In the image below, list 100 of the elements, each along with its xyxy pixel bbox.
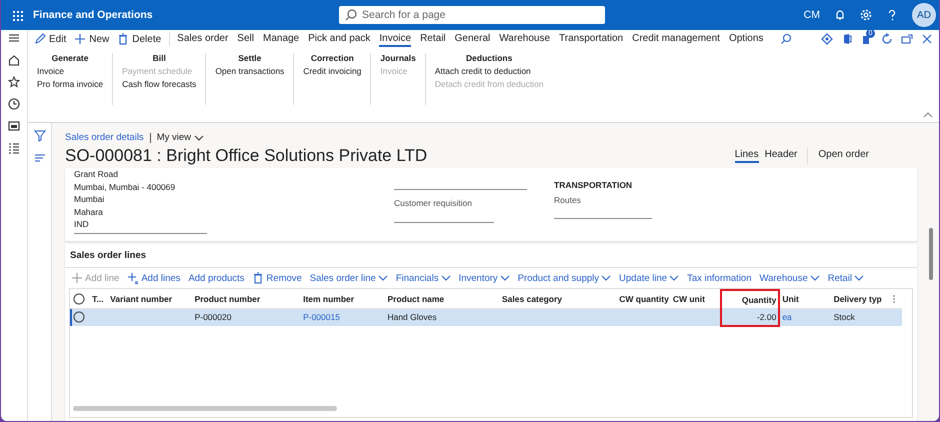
trash-icon <box>117 33 130 45</box>
view-tab[interactable]: Header <box>764 149 798 163</box>
settings-icon[interactable] <box>860 9 872 21</box>
vertical-scrollbar[interactable] <box>929 228 933 280</box>
toolbar-button[interactable]: Add lines <box>127 272 180 284</box>
view-selector[interactable]: My view <box>156 132 204 143</box>
filter-icon[interactable] <box>34 130 46 142</box>
ribbon-item[interactable]: Invoice <box>37 65 64 78</box>
search-icon <box>345 9 357 21</box>
toolbar-button[interactable]: Retail <box>828 272 864 284</box>
ribbon-item[interactable]: Credit invoicing <box>303 65 362 78</box>
row-radio-icon[interactable] <box>73 311 85 324</box>
search-icon[interactable] <box>780 33 792 45</box>
section-title: Sales order lines <box>65 244 917 268</box>
toolbar-button[interactable]: Warehouse <box>760 272 820 284</box>
new-button[interactable]: New <box>74 33 110 45</box>
horizontal-scrollbar[interactable] <box>73 406 337 411</box>
table-cell: P-000020 <box>194 312 232 322</box>
chevron-down-icon <box>854 274 864 282</box>
address-line: Mahara <box>74 206 104 218</box>
action-tab[interactable]: Credit management <box>632 31 720 47</box>
select-all-radio-icon[interactable] <box>73 292 85 305</box>
toolbar-button[interactable]: Add products <box>188 272 244 284</box>
toolbar-button[interactable]: Product and supply <box>518 272 612 284</box>
ribbon-group-title: Journals <box>380 53 416 63</box>
column-header[interactable]: T... <box>90 290 108 308</box>
action-tab[interactable]: Sell <box>237 31 254 47</box>
toolbar-button[interactable]: Inventory <box>458 272 510 284</box>
home-icon[interactable] <box>8 54 20 66</box>
column-header[interactable]: Variant number <box>108 290 193 308</box>
plus-lines-icon <box>127 272 140 284</box>
breadcrumb-link[interactable]: Sales order details <box>65 132 144 143</box>
search-box[interactable]: Search for a page <box>339 6 605 24</box>
toolbar-button[interactable]: Tax information <box>687 272 752 284</box>
chevron-down-icon <box>601 274 612 282</box>
address-line: Mumbai, Mumbai - 400069 <box>74 180 176 193</box>
action-tab[interactable]: Warehouse <box>499 31 550 47</box>
company-code[interactable]: CM <box>804 9 820 21</box>
list-icon[interactable] <box>8 142 20 154</box>
action-tab[interactable]: Manage <box>262 31 300 47</box>
column-header[interactable]: CW unit <box>670 290 722 308</box>
help-icon[interactable] <box>886 9 898 21</box>
page-title: SO-000081 : Bright Office Solutions Private LTD <box>65 146 428 166</box>
address-line: Mumbai <box>74 193 106 206</box>
lines-icon[interactable] <box>34 152 46 164</box>
toolbar-button[interactable]: Sales order line <box>310 272 388 284</box>
star-icon[interactable] <box>8 76 20 88</box>
ribbon-group-title: Correction <box>310 53 354 63</box>
ribbon-item[interactable]: Open transactions <box>215 65 284 78</box>
column-header[interactable]: Sales category <box>500 290 617 308</box>
toolbar-button[interactable]: Financials <box>396 272 451 284</box>
open-order-button[interactable]: Open order <box>818 149 869 163</box>
clock-icon[interactable] <box>8 98 20 110</box>
ribbon-item[interactable]: Pro forma invoice <box>37 78 104 91</box>
user-avatar[interactable]: AD <box>912 3 936 27</box>
table-cell: Hand Gloves <box>387 312 437 322</box>
pop-out-icon[interactable] <box>901 33 913 45</box>
diamond-icon[interactable] <box>821 33 833 45</box>
column-header[interactable]: Unit <box>779 290 832 308</box>
edit-button[interactable]: Edit <box>34 33 66 45</box>
action-tab[interactable]: Invoice <box>379 31 412 47</box>
action-tab[interactable]: General <box>454 31 490 47</box>
action-tab[interactable]: Retail <box>420 31 446 47</box>
view-tab[interactable]: Lines <box>734 149 759 163</box>
ribbon-group-title: Bill <box>152 53 166 63</box>
toolbar-button[interactable]: Update line <box>619 272 680 284</box>
table-link[interactable]: ea <box>782 312 792 322</box>
column-header[interactable]: Delivery typ <box>832 290 890 308</box>
column-header[interactable]: Product number <box>192 290 302 308</box>
action-tab[interactable]: Sales order <box>177 31 228 47</box>
bell-icon[interactable] <box>834 9 846 21</box>
column-header[interactable]: CW quantity <box>616 290 671 308</box>
toolbar-button[interactable]: Remove <box>252 272 302 284</box>
field-label: Customer requisition <box>394 198 473 208</box>
action-tab[interactable]: Transportation <box>559 31 624 47</box>
collapse-caret-icon[interactable] <box>923 111 933 119</box>
action-tab[interactable]: Options <box>728 31 764 47</box>
menu-icon[interactable] <box>8 32 20 44</box>
app-title: Finance and Operations <box>33 9 154 21</box>
more-icon[interactable] <box>892 294 896 304</box>
refresh-icon[interactable] <box>881 33 893 45</box>
ribbon-group-title: Generate <box>52 53 88 63</box>
pencil-icon <box>34 33 46 45</box>
ribbon-group-title: Deductions <box>466 53 512 63</box>
column-header[interactable]: Item number <box>301 290 386 308</box>
column-header[interactable]: Product name <box>385 290 500 308</box>
workspace-icon[interactable] <box>8 120 20 132</box>
chevron-down-icon <box>500 274 510 282</box>
delete-button[interactable]: Delete <box>117 33 162 45</box>
close-icon[interactable] <box>921 33 933 45</box>
ribbon-item[interactable]: Attach credit to deduction <box>434 65 531 78</box>
chevron-down-icon <box>378 274 388 282</box>
table-row[interactable]: P-000020 P-000015 Hand Gloves -2.00 ea Stock <box>70 308 902 326</box>
table-cell: -2.00 <box>756 312 776 322</box>
action-tab[interactable]: Pick and pack <box>308 31 370 47</box>
ribbon-group-title: Settle <box>238 53 262 63</box>
ribbon-item[interactable]: Cash flow forecasts <box>122 78 196 91</box>
chevron-down-icon <box>810 274 820 282</box>
section-heading: TRANSPORTATION <box>554 180 634 190</box>
app-launcher-icon[interactable] <box>11 9 23 21</box>
